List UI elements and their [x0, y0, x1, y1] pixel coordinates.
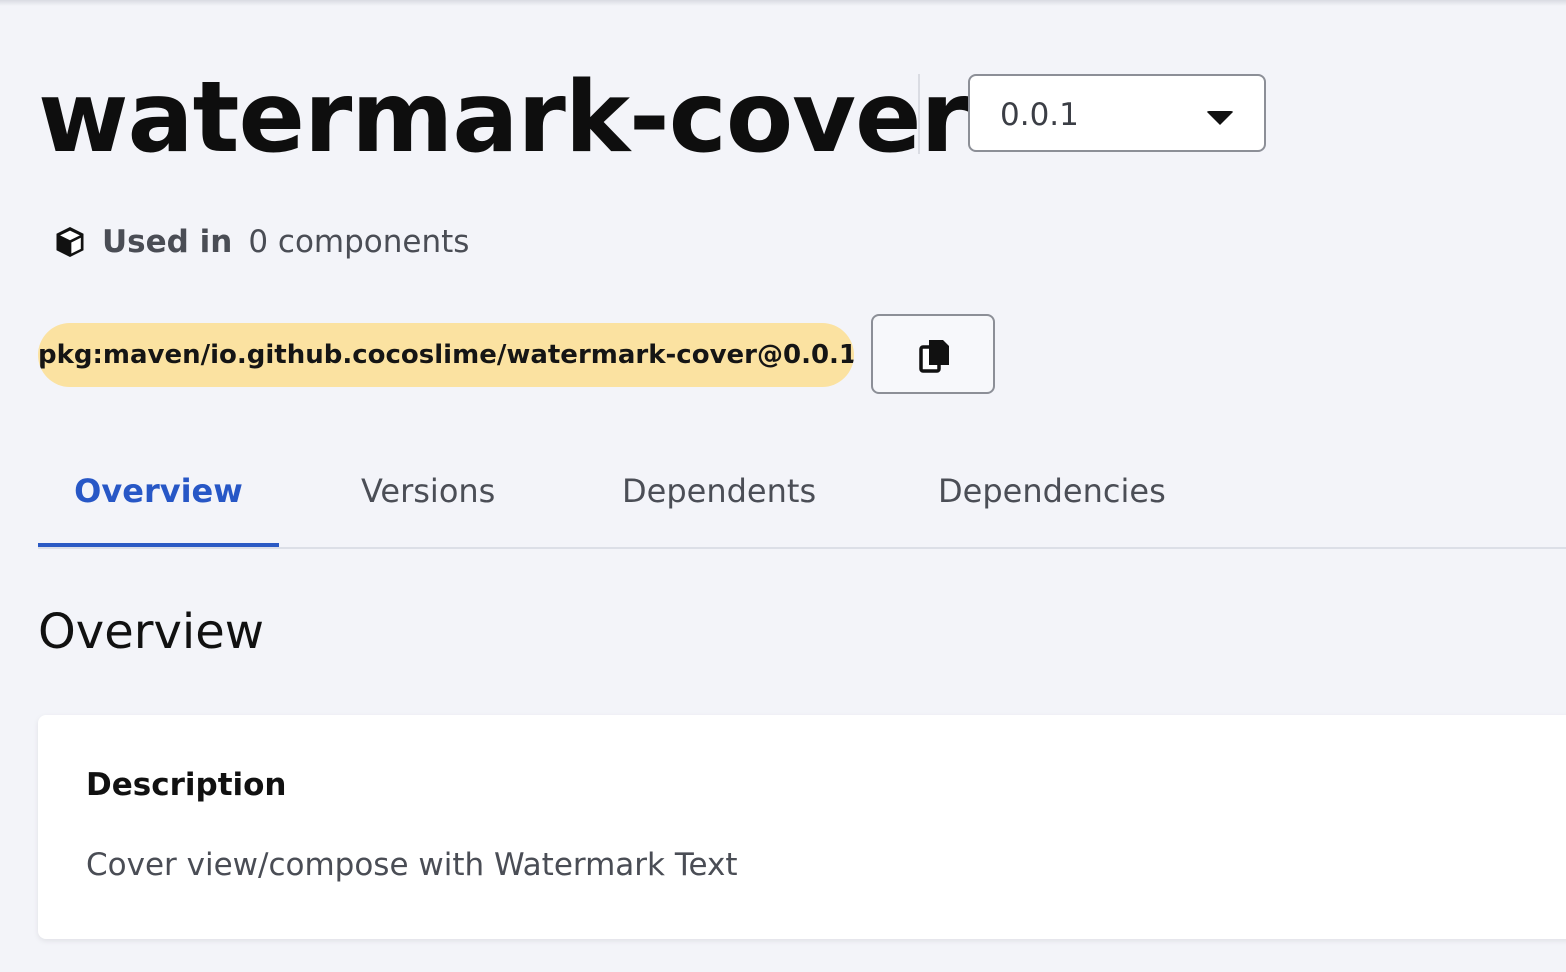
version-select-value: 0.0.1: [1000, 97, 1079, 133]
used-in-label: Used in: [102, 224, 233, 260]
description-card: Description Cover view/compose with Wate…: [38, 715, 1566, 939]
description-text: Cover view/compose with Watermark Text: [86, 847, 738, 883]
title-divider: [918, 74, 920, 154]
package-page: watermark-cover 0.0.1 Used in 0 componen…: [0, 0, 1566, 972]
tab-dependencies[interactable]: Dependencies: [938, 440, 1166, 547]
copy-purl-button[interactable]: [871, 314, 995, 394]
chevron-down-icon: [1206, 111, 1234, 125]
version-select[interactable]: 0.0.1: [968, 74, 1266, 152]
used-in-count: 0 components: [248, 224, 470, 260]
section-title: Overview: [38, 604, 264, 660]
top-bar-shadow: [0, 0, 1566, 6]
copy-icon: [919, 340, 949, 373]
description-heading: Description: [86, 767, 287, 803]
used-in-row: Used in 0 components: [52, 220, 469, 264]
cube-icon: [56, 227, 84, 257]
tab-overview[interactable]: Overview: [38, 440, 279, 547]
purl-badge: pkg:maven/io.github.cocoslime/watermark-…: [38, 323, 854, 387]
package-title: watermark-cover: [38, 61, 969, 175]
tab-bar: Overview Versions Dependents Dependencie…: [38, 440, 1566, 549]
tab-dependents[interactable]: Dependents: [622, 440, 816, 547]
tab-versions[interactable]: Versions: [361, 440, 495, 547]
